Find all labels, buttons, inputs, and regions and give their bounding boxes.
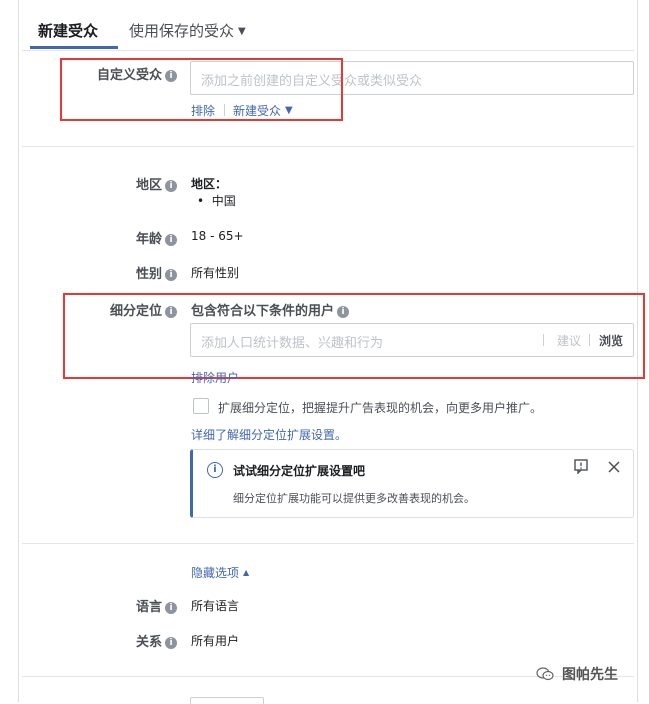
wechat-watermark: 图帕先生 (536, 664, 618, 684)
hide-options-label: 隐藏选项 (191, 566, 240, 580)
tab-saved-audience-label: 使用保存的受众 (129, 22, 235, 40)
caret-down-icon: ▼ (238, 26, 246, 37)
notice-title: 试试细分定位扩展设置吧 (233, 464, 366, 478)
expand-targeting-label: 扩展细分定位，把握提升广告表现的机会，向更多用户推广。 (218, 401, 543, 415)
tab-new-audience[interactable]: 新建受众 (38, 20, 98, 41)
info-icon[interactable]: i (165, 269, 177, 281)
info-icon[interactable]: i (165, 180, 177, 192)
caret-up-icon: ▲ (243, 568, 250, 577)
divider (22, 543, 634, 544)
feedback-icon[interactable] (573, 458, 589, 475)
connections-label-text: 关系 (135, 635, 162, 650)
info-icon[interactable]: i (165, 234, 177, 246)
languages-label: 语言 i (12, 596, 177, 615)
location-item: • 中国 (197, 192, 236, 209)
info-icon[interactable]: i (165, 637, 177, 649)
languages-value: 所有语言 (191, 599, 240, 613)
wechat-account-name: 图帕先生 (562, 667, 618, 683)
learn-more-link[interactable]: 详细了解细分定位扩展设置。 (191, 426, 347, 443)
active-tab-indicator (30, 46, 118, 49)
location-title: 地区： (191, 177, 228, 191)
divider (22, 146, 634, 147)
gender-label-text: 性别 (135, 267, 162, 282)
notice-body: 细分定位扩展功能可以提供更多改善表现的机会。 (233, 492, 475, 505)
connections-value: 所有用户 (191, 634, 240, 648)
age-value: 18 - 65+ (191, 229, 244, 243)
location-label-text: 地区 (135, 178, 162, 193)
bullet-icon: • (197, 194, 205, 208)
highlight-box-detailed-targeting (63, 293, 645, 379)
exclude-people-link[interactable]: 排除用户 (191, 369, 239, 386)
divider (22, 50, 634, 51)
age-label-text: 年龄 (135, 232, 162, 247)
tab-saved-audience[interactable]: 使用保存的受众 ▼ (129, 20, 246, 41)
info-circle-icon: i (207, 462, 223, 478)
expand-targeting-checkbox[interactable] (193, 398, 209, 414)
gender-label: 性别 i (12, 263, 177, 282)
location-label: 地区 i (12, 174, 177, 193)
targeting-expansion-notice: i 试试细分定位扩展设置吧 细分定位扩展功能可以提供更多改善表现的机会。 (190, 449, 634, 518)
languages-label-text: 语言 (135, 600, 162, 615)
gender-value: 所有性别 (191, 266, 240, 280)
highlight-box-custom-audience (60, 58, 343, 121)
close-icon[interactable] (607, 459, 621, 473)
hide-options-link[interactable]: 隐藏选项 ▲ (191, 564, 249, 581)
truncated-button[interactable] (190, 697, 264, 704)
age-label: 年龄 i (12, 228, 177, 247)
info-icon[interactable]: i (165, 602, 177, 614)
connections-label: 关系 i (12, 631, 177, 650)
wechat-icon (536, 667, 554, 681)
location-item-text: 中国 (211, 194, 236, 208)
